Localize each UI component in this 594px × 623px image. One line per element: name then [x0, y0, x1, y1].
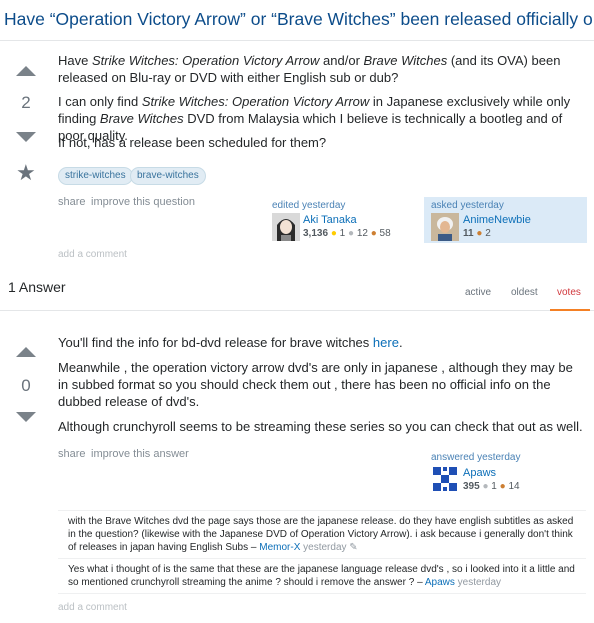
asked-user-reputation: 11 ● 2	[463, 228, 491, 239]
share-answer-link[interactable]: share	[58, 448, 86, 460]
question-paragraph-3: If not, has a release been scheduled for…	[58, 135, 327, 150]
comment-2: Yes what i thought of is the same that t…	[58, 559, 586, 593]
bronze-badge-count: 14	[508, 481, 520, 492]
answer-here-link[interactable]: here	[373, 335, 399, 350]
question-p1-segment: Strike Witches: Operation Victory Arrow	[91, 53, 320, 68]
favorite-star-icon[interactable]: ★	[16, 162, 36, 184]
silver-badge-icon: ●	[347, 228, 355, 239]
asked-by-user[interactable]: AnimeNewbie	[463, 214, 531, 226]
improve-answer-link[interactable]: improve this answer	[91, 448, 189, 460]
improve-question-link[interactable]: improve this question	[91, 196, 195, 208]
edited-user-reputation: 3,136 ● 1 ● 12 ● 58	[303, 228, 391, 239]
tag-strike-witches[interactable]: strike-witches	[58, 167, 133, 185]
question-title[interactable]: Have “Operation Victory Arrow” or “Brave…	[4, 9, 592, 33]
comment-2-user[interactable]: Apaws	[425, 577, 455, 588]
question-p2-segment: Strike Witches: Operation Victory Arrow	[141, 94, 370, 109]
rep-score: 11	[463, 228, 474, 239]
tab-votes-underline	[550, 309, 590, 311]
bronze-badge-count: 2	[485, 228, 491, 239]
edited-by-user[interactable]: Aki Tanaka	[303, 214, 357, 226]
tab-votes[interactable]: votes	[557, 287, 581, 298]
answer-paragraph-3: Although crunchyroll seems to be streami…	[58, 419, 583, 434]
question-paragraph-1: Have Strike Witches: Operation Victory A…	[58, 52, 586, 86]
tabs-divider	[0, 310, 594, 311]
question-p2-segment: Brave Witches	[99, 111, 184, 126]
answered-user-reputation: 395 ● 1 ● 14	[463, 481, 520, 492]
bronze-badge-icon: ●	[476, 228, 483, 239]
question-p1-segment: Have	[58, 53, 92, 68]
gold-badge-count: 1	[339, 228, 346, 239]
answered-by-user[interactable]: Apaws	[463, 467, 496, 479]
asked-label[interactable]: asked yesterday	[431, 200, 504, 211]
animenewbie-avatar[interactable]	[431, 213, 459, 241]
comment-1-date: yesterday	[303, 542, 347, 553]
upvote-icon[interactable]	[16, 66, 36, 76]
answers-count-header: 1 Answer	[8, 279, 66, 295]
answered-label[interactable]: answered yesterday	[431, 452, 521, 463]
tab-oldest[interactable]: oldest	[511, 287, 538, 298]
tab-active[interactable]: active	[465, 287, 491, 298]
question-p2-segment: I can only find	[58, 94, 142, 109]
comment-1-user[interactable]: Memor-X	[259, 542, 300, 553]
answer-paragraph-1: You'll find the info for bd-dvd release …	[58, 334, 586, 351]
edited-label[interactable]: edited yesterday	[272, 200, 345, 211]
silver-badge-count: 12	[356, 228, 368, 239]
tag-brave-witches[interactable]: brave-witches	[130, 167, 206, 185]
answer-paragraph-2: Meanwhile , the operation victory arrow …	[58, 360, 573, 409]
rep-score: 395	[463, 481, 480, 492]
apaws-avatar[interactable]	[431, 465, 459, 493]
bronze-badge-icon: ●	[499, 481, 506, 492]
rep-score: 3,136	[303, 228, 329, 239]
comment-divider	[58, 593, 586, 594]
bronze-badge-icon: ●	[370, 228, 377, 239]
answer-add-comment-link[interactable]: add a comment	[58, 602, 127, 613]
silver-badge-count: 1	[491, 481, 497, 492]
question-add-comment-link[interactable]: add a comment	[58, 249, 127, 260]
answer-upvote-icon[interactable]	[16, 347, 36, 357]
aki-tanaka-avatar[interactable]	[272, 213, 300, 241]
question-p1-segment: Brave Witches	[363, 53, 448, 68]
comment-2-date: yesterday	[457, 577, 502, 588]
answer-comments: with the Brave Witches dvd the page says…	[58, 510, 586, 594]
silver-badge-icon: ●	[482, 481, 489, 492]
title-divider	[0, 40, 594, 41]
question-score: 2	[21, 93, 31, 112]
downvote-icon[interactable]	[16, 132, 36, 142]
question-p1-segment: and/or	[319, 53, 364, 68]
comment-1: with the Brave Witches dvd the page says…	[58, 511, 586, 558]
answer-p1-text: You'll find the info for bd-dvd release …	[58, 335, 373, 350]
answer-p1-end: .	[398, 335, 403, 350]
edit-pencil-icon[interactable]: ✎	[349, 542, 357, 553]
answer-downvote-icon[interactable]	[16, 412, 36, 422]
gold-badge-icon: ●	[330, 228, 337, 239]
answer-score: 0	[21, 376, 31, 395]
share-question-link[interactable]: share	[58, 196, 86, 208]
bronze-badge-count: 58	[379, 228, 391, 239]
